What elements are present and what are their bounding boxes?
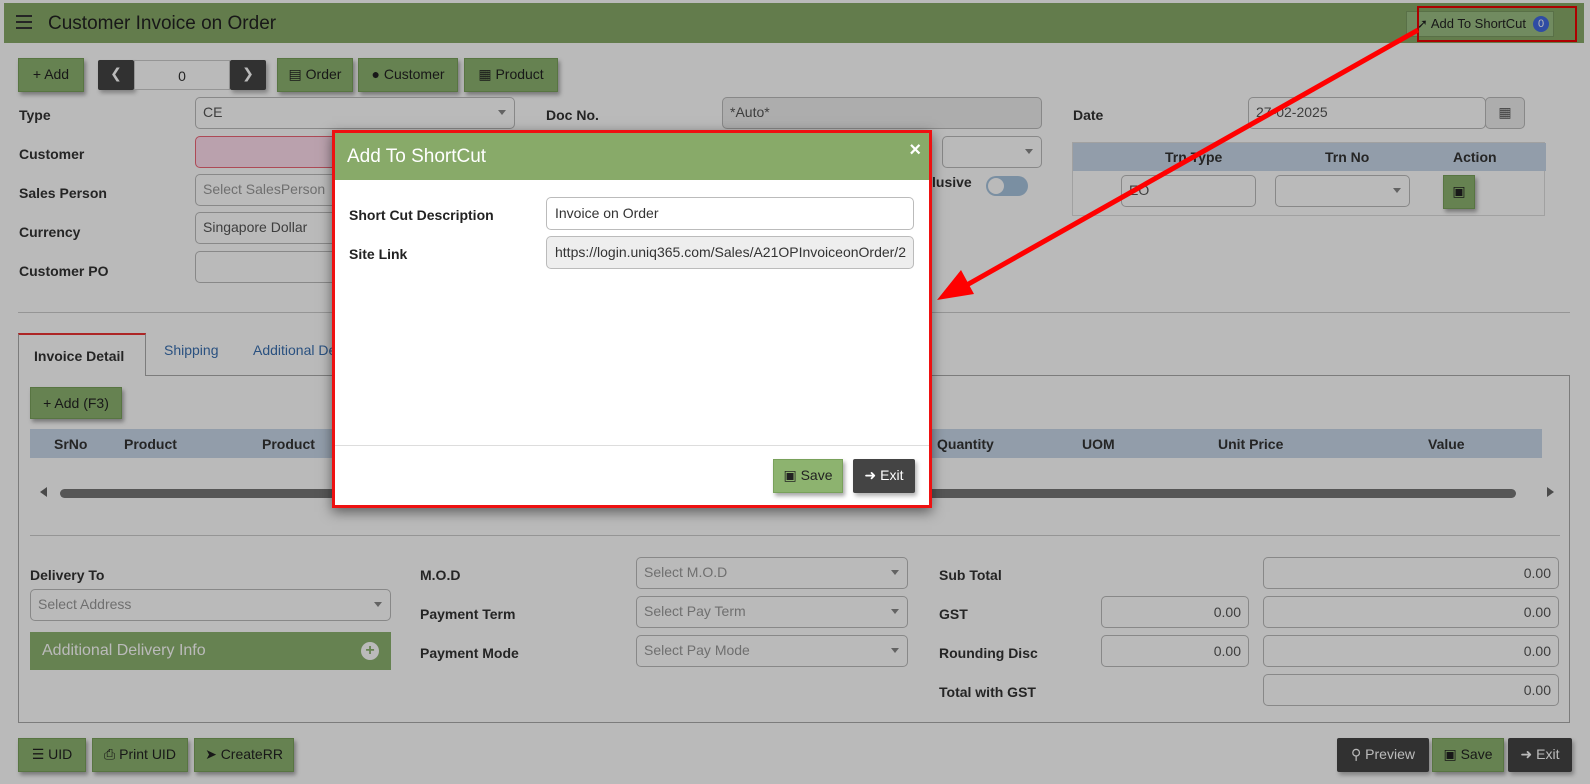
add-shortcut-modal: Add To ShortCut × Short Cut Description … bbox=[332, 130, 932, 508]
exit-icon: ➜ bbox=[864, 467, 881, 483]
modal-save-button[interactable]: ▣ Save bbox=[773, 459, 843, 493]
shortcut-desc-label: Short Cut Description bbox=[349, 207, 494, 223]
arrow-line bbox=[963, 27, 1420, 289]
invoice-page: Customer Invoice on Order ➚ Add To Short… bbox=[0, 0, 1590, 784]
modal-footer-divider bbox=[335, 445, 929, 446]
modal-exit-button[interactable]: ➜ Exit bbox=[853, 459, 915, 493]
arrow-head bbox=[937, 270, 974, 300]
modal-title: Add To ShortCut bbox=[347, 146, 487, 167]
modal-header: Add To ShortCut × bbox=[335, 133, 929, 180]
save-icon: ▣ bbox=[783, 467, 801, 483]
shortcut-desc-input[interactable]: Invoice on Order bbox=[546, 197, 914, 230]
site-link-label: Site Link bbox=[349, 246, 408, 262]
close-icon[interactable]: × bbox=[909, 139, 921, 162]
site-link-input[interactable]: https://login.uniq365.com/Sales/A21OPInv… bbox=[546, 236, 914, 269]
